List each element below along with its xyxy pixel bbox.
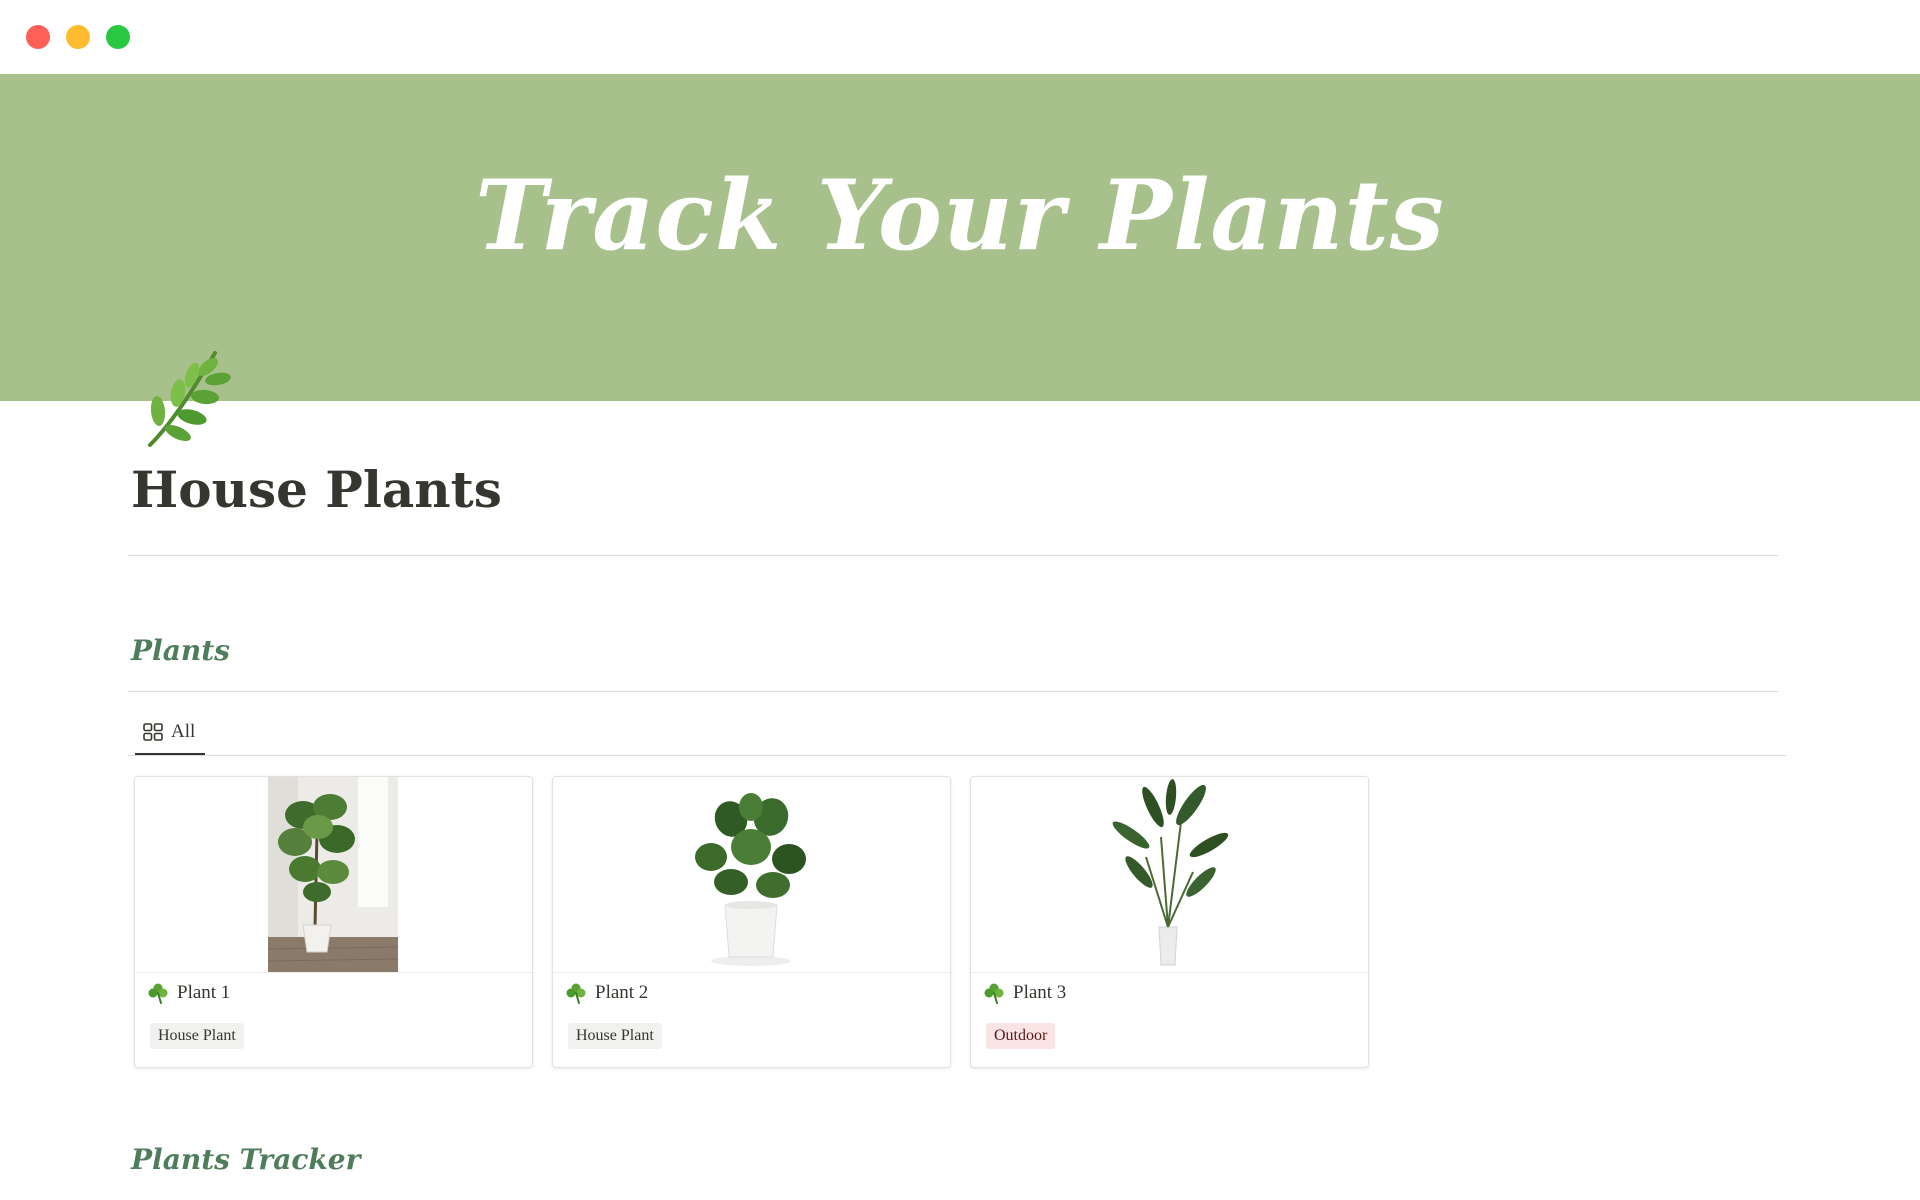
card-cover-image: [135, 777, 532, 973]
card-title-row: Plant 2: [565, 982, 648, 1004]
category-tag: House Plant: [150, 1023, 244, 1049]
card-title-row: Plant 3: [983, 982, 1066, 1004]
zoom-window-button[interactable]: [106, 25, 130, 49]
tabs-divider: [128, 755, 1786, 756]
gallery-card[interactable]: Plant 2 House Plant: [552, 776, 951, 1068]
category-tag: House Plant: [568, 1023, 662, 1049]
shamrock-icon: [565, 982, 587, 1004]
title-bar: [0, 0, 1920, 74]
gallery-grid-icon: [143, 723, 163, 741]
gallery-card[interactable]: Plant 3 Outdoor: [970, 776, 1369, 1068]
plants-heading[interactable]: Plants: [131, 634, 230, 667]
page-title[interactable]: House Plants: [131, 460, 502, 519]
herb-icon[interactable]: [130, 345, 235, 450]
card-cover-image: [553, 777, 950, 973]
card-cover-image: [971, 777, 1368, 973]
shamrock-icon: [147, 982, 169, 1004]
card-title: Plant 3: [1013, 982, 1067, 1003]
page-divider: [128, 555, 1778, 556]
page-cover[interactable]: Track Your Plants: [0, 74, 1920, 401]
view-tab-all[interactable]: All: [135, 710, 206, 756]
close-window-button[interactable]: [26, 25, 50, 49]
category-tag: Outdoor: [986, 1023, 1056, 1049]
card-title: Plant 1: [177, 982, 231, 1003]
view-tab-label: All: [171, 721, 196, 742]
plants-tracker-heading[interactable]: Plants Tracker: [131, 1143, 360, 1176]
minimize-window-button[interactable]: [66, 25, 90, 49]
card-title: Plant 2: [595, 982, 649, 1003]
plants-heading-divider: [128, 691, 1778, 692]
app-window: Track Your Plants House Plants Plants Al…: [0, 0, 1920, 1200]
cover-title: Track Your Plants: [475, 159, 1445, 272]
gallery-card[interactable]: Plant 1 House Plant: [134, 776, 533, 1068]
shamrock-icon: [983, 982, 1005, 1004]
card-title-row: Plant 1: [147, 982, 230, 1004]
